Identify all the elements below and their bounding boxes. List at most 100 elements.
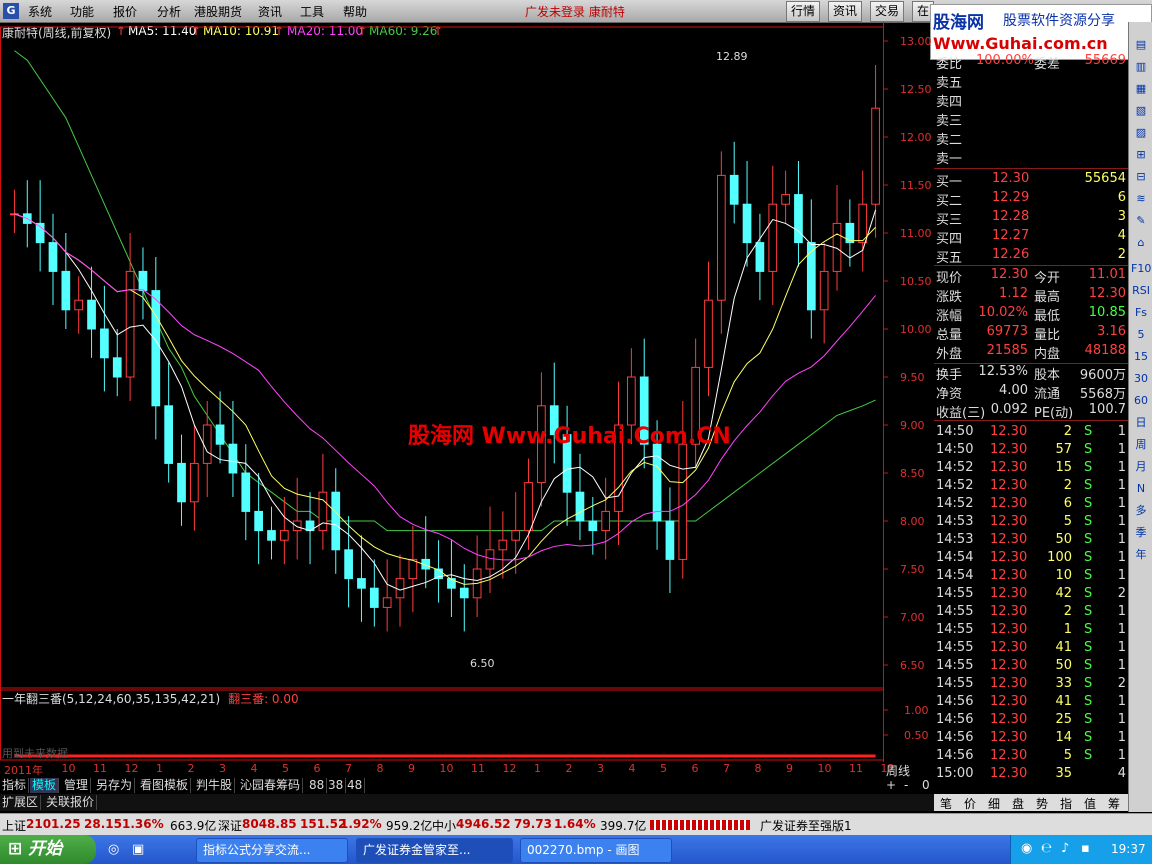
clock: 19:37 xyxy=(1111,842,1146,856)
zoom-out-button[interactable]: - xyxy=(902,778,910,793)
tick-row: 14:56 12.30 5 S 1 xyxy=(934,748,1128,766)
period-tool-button[interactable]: 60 xyxy=(1131,392,1151,410)
toolbar-icon[interactable]: ▥ xyxy=(1131,58,1151,76)
tab-88[interactable]: 88 xyxy=(307,778,328,793)
quote-tab[interactable]: 势 xyxy=(1036,795,1048,812)
period-tool-button[interactable]: 5 xyxy=(1131,326,1151,344)
tab-indicator[interactable]: 指标 xyxy=(0,778,30,793)
tab-template[interactable]: 模板 xyxy=(30,778,60,793)
tray-app-icon[interactable]: ▪ xyxy=(1081,841,1090,856)
low-price-label: 6.50 xyxy=(470,657,495,670)
tab-48[interactable]: 48 xyxy=(345,778,366,793)
toolbar-icon[interactable]: ≋ xyxy=(1131,190,1151,208)
trade-button[interactable]: 交易 xyxy=(870,1,905,22)
price-tick-label: 10.00 xyxy=(900,323,932,336)
quote-tab[interactable]: 价 xyxy=(964,795,976,812)
menu-function[interactable]: 功能 xyxy=(70,3,94,20)
period-tool-button[interactable]: F10 xyxy=(1131,260,1151,278)
tray-network-icon[interactable]: ◉ xyxy=(1021,841,1032,856)
toolbar-icon[interactable]: ⌂ xyxy=(1131,234,1151,252)
period-tool-button[interactable]: 多 xyxy=(1131,502,1151,520)
tab-manage[interactable]: 管理 xyxy=(62,778,92,793)
toolbar-icon[interactable]: ▧ xyxy=(1131,102,1151,120)
tab-save-as[interactable]: 另存为 xyxy=(94,778,136,793)
quote-tab[interactable]: 指 xyxy=(1060,795,1072,812)
tick-row: 14:55 12.30 50 S 1 xyxy=(934,658,1128,676)
tick-time: 14:54 xyxy=(936,550,974,565)
task-broker-app[interactable]: 广发证券金管家至... xyxy=(356,838,513,863)
period-tool-button[interactable]: 周 xyxy=(1131,436,1151,454)
period-tool-button[interactable]: 30 xyxy=(1131,370,1151,388)
zoom-in-button[interactable]: + xyxy=(884,778,898,793)
quote-tab[interactable]: 盘 xyxy=(1012,795,1024,812)
tab-chart-template[interactable]: 看图模板 xyxy=(138,778,192,793)
candle-body xyxy=(498,539,508,551)
buy-volume: 4 xyxy=(1117,228,1126,243)
menu-help[interactable]: 帮助 xyxy=(343,3,367,20)
quote-tab[interactable]: 筹 xyxy=(1108,795,1120,812)
price-tick-label: 11.50 xyxy=(900,179,932,192)
tab-extension[interactable]: 扩展区 xyxy=(0,795,42,810)
tick-side: S xyxy=(1084,694,1093,709)
period-tool-button[interactable]: 15 xyxy=(1131,348,1151,366)
period-tool-button[interactable]: N xyxy=(1131,480,1151,498)
tick-time: 14:55 xyxy=(936,640,974,655)
menu-news[interactable]: 资讯 xyxy=(258,3,282,20)
candle-body xyxy=(794,194,803,244)
high-price-label: 12.89 xyxy=(716,50,748,63)
tick-count: 1 xyxy=(1117,478,1126,493)
tab-related-quote[interactable]: 关联报价 xyxy=(44,795,98,810)
toolbar-icon[interactable]: ⊞ xyxy=(1131,146,1151,164)
task-paint[interactable]: 002270.bmp - 画图 xyxy=(520,838,672,863)
quicklaunch-icon[interactable]: ◎ xyxy=(108,842,119,857)
tick-row: 14:50 12.30 2 S 1 xyxy=(934,424,1128,442)
toolbar-icon[interactable]: ▨ xyxy=(1131,124,1151,142)
price-tick-label: 10.50 xyxy=(900,275,932,288)
candle-body xyxy=(575,491,585,522)
buy-price: 12.26 xyxy=(992,247,1030,262)
sell-row: 卖一 xyxy=(934,148,1128,167)
tick-price: 12.30 xyxy=(990,730,1028,745)
kline-chart[interactable]: 13.00 12.50 12.00 11.50 11.00 10.50 10.00 9.50 9… xyxy=(0,22,934,762)
toolbar-icon[interactable]: ▤ xyxy=(1131,36,1151,54)
menu-hk-futures[interactable]: 港股期货 xyxy=(194,3,242,20)
stat-value: 10.85 xyxy=(1088,305,1126,320)
start-button[interactable]: ⊞ 开始 xyxy=(0,835,96,864)
quote-tab[interactable]: 值 xyxy=(1084,795,1096,812)
toolbar-icon[interactable]: ▦ xyxy=(1131,80,1151,98)
menu-system[interactable]: 系统 xyxy=(28,3,52,20)
menu-tools[interactable]: 工具 xyxy=(300,3,324,20)
quote-tab[interactable]: 细 xyxy=(988,795,1000,812)
period-tool-button[interactable]: 季 xyxy=(1131,524,1151,542)
tick-count: 1 xyxy=(1117,640,1126,655)
task-formula-forum[interactable]: 指标公式分享交流... xyxy=(196,838,348,863)
toolbar-icon[interactable]: ✎ xyxy=(1131,212,1151,230)
menu-quote[interactable]: 报价 xyxy=(113,3,137,20)
candle-body xyxy=(716,174,726,301)
show-desktop-icon[interactable]: ▣ xyxy=(132,842,144,857)
tray-volume-icon[interactable]: ♪ xyxy=(1061,841,1069,856)
stat-value: 9600万 xyxy=(1079,368,1126,383)
menu-analysis[interactable]: 分析 xyxy=(157,3,181,20)
tick-volume: 14 xyxy=(1055,730,1072,745)
tab-38[interactable]: 38 xyxy=(326,778,347,793)
toolbar-icon[interactable]: ⊟ xyxy=(1131,168,1151,186)
tray-ie-icon[interactable]: ℮ xyxy=(1041,841,1052,856)
period-tool-button[interactable]: 月 xyxy=(1131,458,1151,476)
stat-value: 11.01 xyxy=(1088,267,1126,282)
tab-chip[interactable]: 沁园春筹码 xyxy=(238,778,304,793)
news-button[interactable]: 资讯 xyxy=(828,1,863,22)
quote-button[interactable]: 行情 xyxy=(786,1,821,22)
quote-tab[interactable]: 笔 xyxy=(940,795,952,812)
buy-level-label: 买二 xyxy=(936,194,963,209)
period-tool-button[interactable]: 日 xyxy=(1131,414,1151,432)
period-tool-button[interactable]: Fs xyxy=(1131,304,1151,322)
zoom-reset-button[interactable]: 0 xyxy=(920,778,932,793)
period-label[interactable]: 周线 xyxy=(886,762,910,779)
tick-count: 1 xyxy=(1117,532,1126,547)
price-tick-label: 13.00 xyxy=(900,35,932,48)
period-tool-button[interactable]: 年 xyxy=(1131,546,1151,564)
period-tool-button[interactable]: RSI xyxy=(1131,282,1151,300)
tab-bull-stock[interactable]: 判牛股 xyxy=(194,778,236,793)
price-tick-label: 9.50 xyxy=(900,371,925,384)
